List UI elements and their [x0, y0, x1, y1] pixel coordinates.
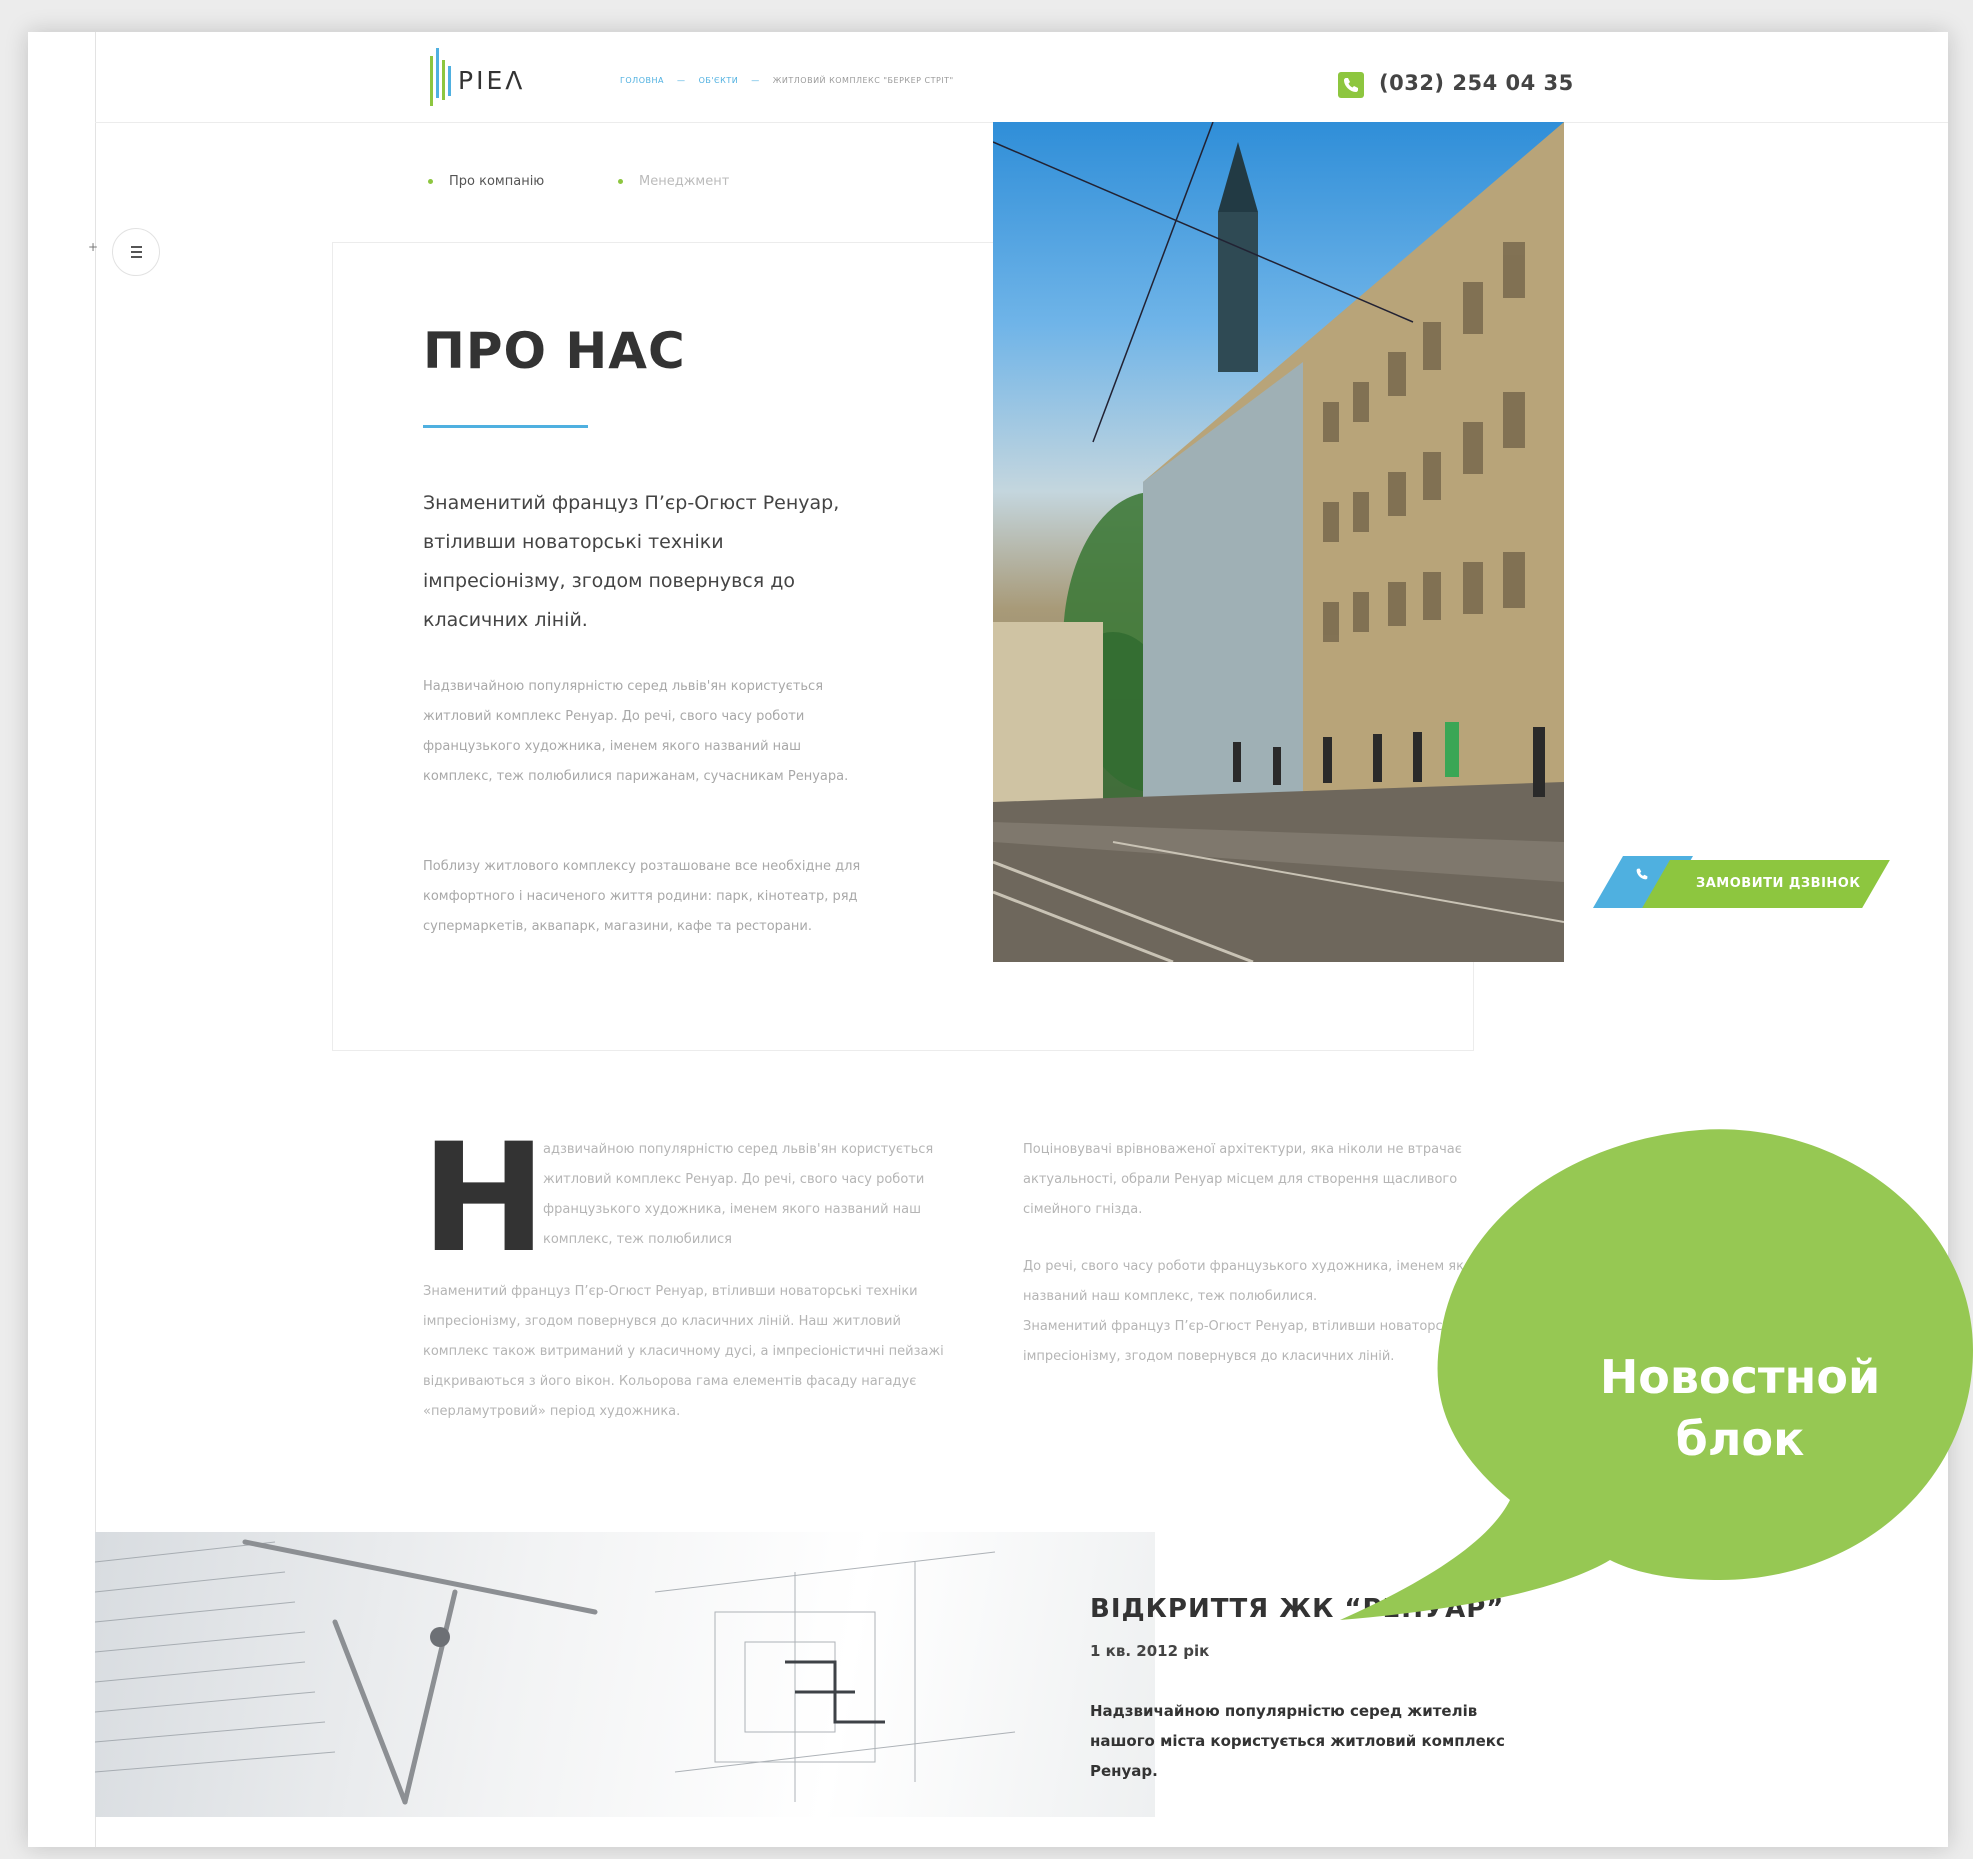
phone-icon[interactable] — [1338, 72, 1364, 98]
lead-paragraph: Знаменитий француз П’єр-Огюст Ренуар, вт… — [423, 492, 840, 631]
dropcap-letter: Н — [421, 1112, 547, 1286]
news-date: 1 кв. 2012 рік — [1090, 1642, 1210, 1660]
logo[interactable]: PIEΛ — [426, 46, 536, 112]
breadcrumb-home[interactable]: ГОЛОВНА — [620, 76, 664, 85]
blueprint-image — [95, 1532, 1155, 1817]
page-title: ПРО НАС — [423, 322, 686, 380]
subnav-label: Менеджмент — [639, 174, 730, 189]
article-paragraph: адзвичайною популярністю серед львів'ян … — [543, 1142, 934, 1247]
breadcrumb-current: ЖИТЛОВИЙ КОМПЛЕКС "БЕРКЕР СТРІТ" — [772, 76, 954, 85]
breadcrumb-objects[interactable]: ОБ'ЄКТИ — [699, 76, 739, 85]
street-photo — [993, 122, 1564, 962]
callout-label: Новостной блок — [1599, 1350, 1881, 1466]
phone-icon — [1632, 864, 1652, 889]
logo-text: PIEΛ — [458, 66, 526, 95]
title-underline — [423, 425, 588, 428]
breadcrumb-separator: — — [751, 76, 760, 85]
plus-icon: + — [88, 240, 99, 254]
breadcrumb: ГОЛОВНА — ОБ'ЄКТИ — ЖИТЛОВИЙ КОМПЛЕКС "Б… — [620, 76, 954, 85]
bullet-icon — [428, 179, 433, 184]
news-description: Надзвичайною популярністю серед жителів … — [1090, 1702, 1505, 1780]
bullet-icon — [618, 179, 623, 184]
article-paragraph: Знаменитий француз П’єр-Огюст Ренуар, вт… — [423, 1284, 944, 1419]
order-call-button[interactable]: ЗАМОВИТИ ДЗВІНОК — [1592, 856, 1890, 908]
subnav-item-about[interactable]: Про компанію — [428, 174, 544, 189]
phone-number[interactable]: (032) 254 04 35 — [1379, 71, 1574, 95]
subnav-item-management[interactable]: Менеджмент — [618, 174, 729, 189]
breadcrumb-separator: — — [677, 76, 686, 85]
body-paragraph: Поблизу житлового комплексу розташоване … — [423, 859, 861, 934]
subnav-label: Про компанію — [449, 174, 545, 189]
body-paragraph: Надзвичайною популярністю серед львів'ян… — [423, 679, 849, 784]
menu-button[interactable] — [112, 228, 160, 276]
order-call-label: ЗАМОВИТИ ДЗВІНОК — [1696, 876, 1861, 891]
left-strip — [28, 32, 96, 1847]
